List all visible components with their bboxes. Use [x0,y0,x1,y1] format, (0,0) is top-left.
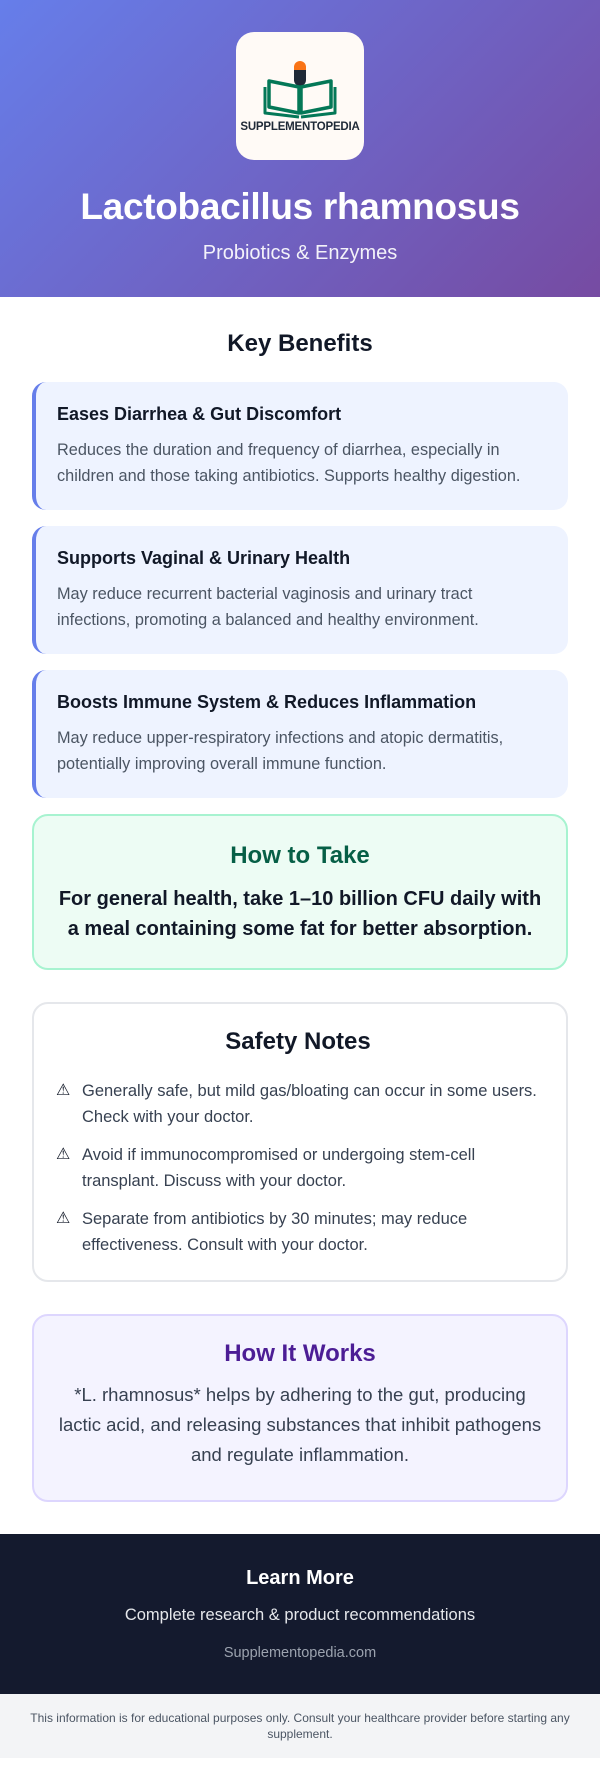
safety-notes-card: Safety Notes ⚠ Generally safe, but mild … [32,1002,568,1282]
benefit-title: Boosts Immune System & Reduces Inflammat… [57,692,477,712]
benefit-title: Eases Diarrhea & Gut Discomfort [57,404,342,424]
warning-icon: ⚠ [56,1082,71,1099]
how-it-works-text: *L. rhamnosus* helps by adhering to the … [58,1384,542,1465]
book-pill-icon [263,61,337,119]
disclaimer: This information is for educational purp… [0,1694,600,1758]
safety-note: ⚠ Generally safe, but mild gas/bloating … [56,1078,540,1130]
how-it-works-card: How It Works *L. rhamnosus* helps by adh… [32,1314,568,1502]
learn-more-subtitle: Complete research & product recommendati… [124,1606,476,1624]
how-it-works-title: How It Works [224,1340,376,1367]
benefits-title: Key Benefits [227,330,373,357]
logo-text: SUPPLEMENTOPEDIA [240,121,360,133]
safety-note: ⚠ Avoid if immunocompromised or undergoi… [56,1142,540,1194]
hero-header: SUPPLEMENTOPEDIA Lactobacillus rhamnosus… [0,0,600,297]
benefit-text: May reduce upper-respiratory infections … [57,729,504,773]
learn-more-footer: Learn More Complete research & product r… [0,1534,600,1694]
safety-title: Safety Notes [225,1028,371,1055]
how-to-take-text: For general health, take 1–10 billion CF… [58,888,542,940]
safety-note: ⚠ Separate from antibiotics by 30 minute… [56,1206,540,1258]
benefit-text: May reduce recurrent bacterial vaginosis… [57,585,479,629]
safety-note-text: Generally safe, but mild gas/bloating ca… [82,1082,537,1126]
benefit-card: Boosts Immune System & Reduces Inflammat… [32,670,568,798]
benefit-title: Supports Vaginal & Urinary Health [57,548,351,568]
page-title: Lactobacillus rhamnosus [80,186,520,227]
main-content: Key Benefits Eases Diarrhea & Gut Discom… [0,330,600,1502]
how-to-take-title: How to Take [230,842,370,869]
benefit-card: Supports Vaginal & Urinary Health May re… [32,526,568,654]
warning-icon: ⚠ [56,1146,71,1163]
learn-more-title: Learn More [246,1567,354,1589]
page-subtitle: Probiotics & Enzymes [202,242,398,264]
safety-note-text: Avoid if immunocompromised or undergoing… [82,1146,476,1190]
benefit-card: Eases Diarrhea & Gut Discomfort Reduces … [32,382,568,510]
brand-logo[interactable]: SUPPLEMENTOPEDIA [236,32,364,160]
website-link[interactable]: Supplementopedia.com [224,1645,376,1661]
safety-note-text: Separate from antibiotics by 30 minutes;… [82,1210,468,1254]
warning-icon: ⚠ [56,1210,71,1227]
how-to-take-card: How to Take For general health, take 1–1… [32,814,568,970]
benefit-text: Reduces the duration and frequency of di… [57,441,521,485]
